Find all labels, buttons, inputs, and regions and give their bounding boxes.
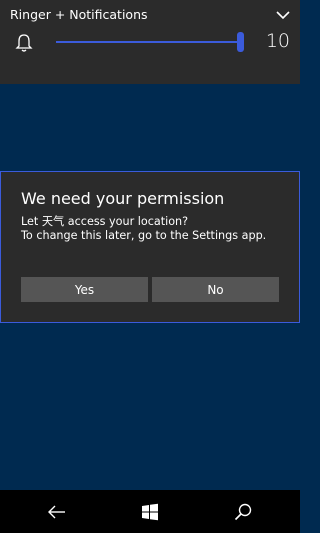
navigation-bar — [0, 490, 300, 533]
dialog-message: Let 天气 access your location? — [21, 215, 189, 228]
windows-start-icon[interactable] — [140, 502, 160, 522]
permission-dialog: We need your permission Let 天气 access yo… — [0, 171, 300, 323]
back-arrow-icon[interactable] — [47, 502, 67, 522]
volume-slider-track[interactable] — [56, 41, 240, 43]
no-button[interactable]: No — [152, 277, 279, 302]
bell-icon[interactable] — [15, 33, 33, 53]
yes-button[interactable]: Yes — [21, 277, 148, 302]
dialog-title: We need your permission — [21, 189, 225, 208]
volume-slider-thumb[interactable] — [237, 32, 244, 52]
search-icon[interactable] — [233, 502, 253, 522]
volume-value: 10 — [265, 30, 290, 52]
volume-panel: Ringer + Notifications 10 — [0, 0, 300, 84]
volume-title: Ringer + Notifications — [10, 7, 148, 22]
dialog-hint: To change this later, go to the Settings… — [21, 229, 267, 242]
chevron-down-icon[interactable] — [276, 10, 290, 20]
